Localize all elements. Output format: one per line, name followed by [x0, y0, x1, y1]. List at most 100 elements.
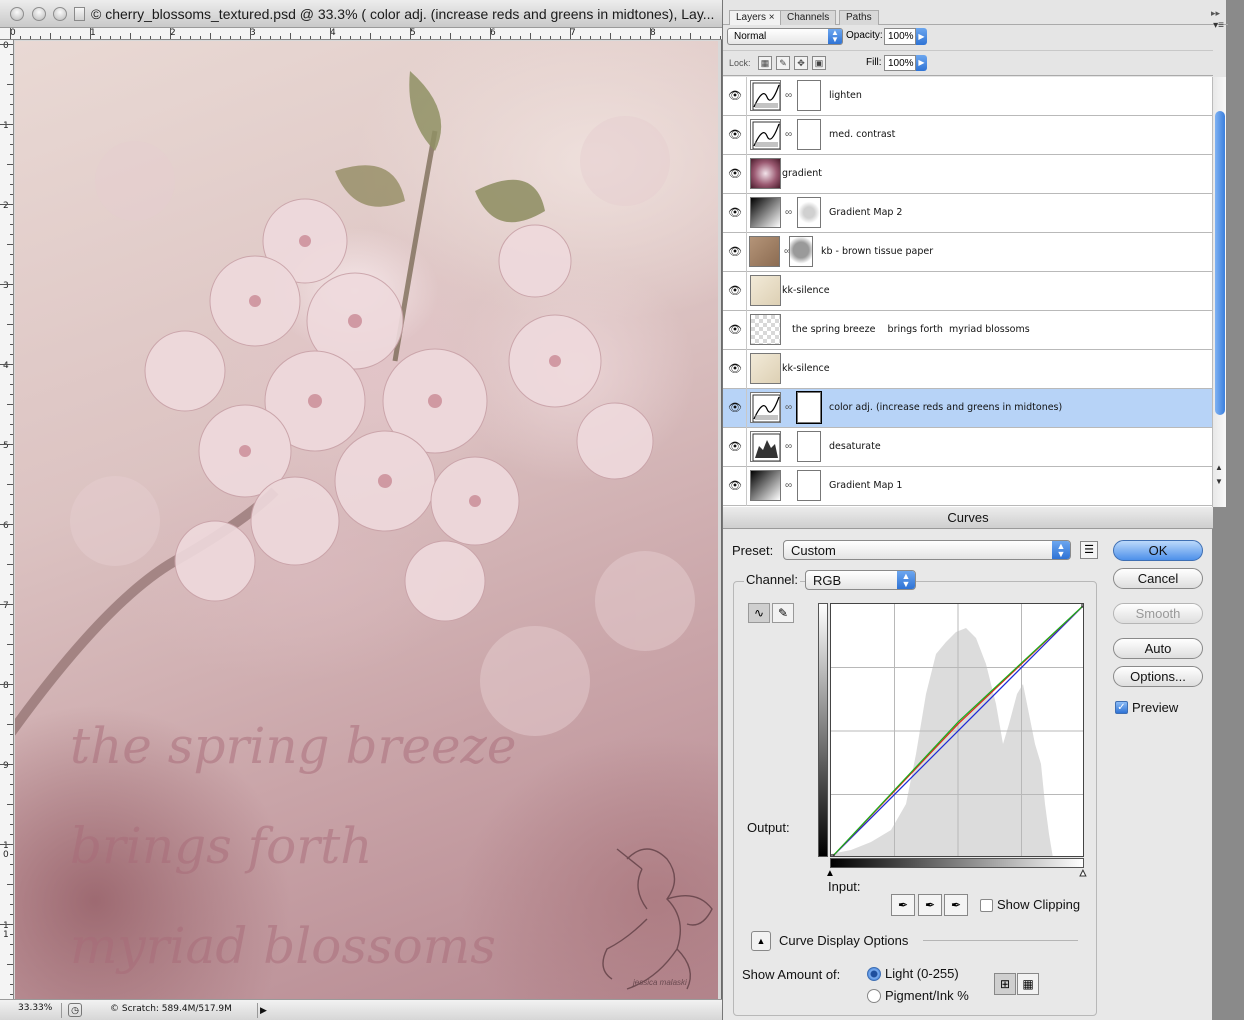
channel-select[interactable]: RGB ▲ ▼ [805, 570, 916, 590]
layer-mask-thumbnail[interactable] [789, 236, 813, 267]
preset-options-icon[interactable]: ☰ [1080, 541, 1098, 559]
options-button[interactable]: Options... [1113, 666, 1203, 687]
smooth-button[interactable]: Smooth [1113, 603, 1203, 624]
pencil-tool-icon[interactable]: ✎ [772, 603, 794, 623]
layer-row[interactable]: 👁 ∞ color adj. (increase reds and greens i… [723, 389, 1212, 428]
levels-layer-thumbnail-icon[interactable] [750, 431, 781, 462]
visibility-eye-icon[interactable]: 👁 [727, 284, 743, 298]
status-menu-arrow-icon[interactable]: ▶ [257, 1003, 269, 1018]
panel-menu-icon[interactable]: ▾≡ [1213, 20, 1224, 31]
layer-row[interactable]: 👁 the spring breeze brings forth myriad b… [723, 311, 1212, 350]
fill-slider-arrow-icon[interactable]: ▶ [916, 55, 927, 71]
lock-image-icon[interactable]: ✎ [776, 56, 790, 70]
layer-mask-thumbnail[interactable] [797, 119, 821, 150]
layer-row[interactable]: 👁 kk-silence [723, 272, 1212, 311]
visibility-eye-icon[interactable]: 👁 [727, 167, 743, 181]
image-canvas[interactable]: the spring breeze brings forth myriad bl… [15, 41, 718, 999]
link-chain-icon[interactable]: ∞ [785, 90, 792, 101]
white-eyedropper-icon[interactable]: ✒ [944, 894, 968, 916]
lock-all-icon[interactable]: ▣ [812, 56, 826, 70]
close-window-button[interactable] [10, 7, 24, 21]
layer-mask-thumbnail[interactable] [797, 197, 821, 228]
layer-mask-thumbnail[interactable] [797, 431, 821, 462]
link-chain-icon[interactable]: ∞ [785, 441, 792, 452]
tab-channels[interactable]: Channels [780, 10, 837, 25]
gradmap-layer-thumbnail-icon[interactable] [750, 470, 781, 501]
tab-layers[interactable]: Layers × [729, 10, 782, 25]
layer-row[interactable]: 👁 gradient [723, 155, 1212, 194]
visibility-eye-icon[interactable]: 👁 [727, 206, 743, 220]
text-layer-thumbnail-icon[interactable] [750, 314, 781, 345]
layers-scrollbar[interactable]: ▲ ▼ [1212, 77, 1226, 507]
collapse-panel-icon[interactable]: ▸▸ [1211, 8, 1220, 19]
gradmap-layer-thumbnail-icon[interactable] [750, 197, 781, 228]
paper-layer-thumbnail-icon[interactable] [750, 353, 781, 384]
layer-row[interactable]: 👁 ∞ med. contrast [723, 116, 1212, 155]
layer-row[interactable]: 👁 ∞ lighten [723, 77, 1212, 116]
visibility-eye-icon[interactable]: 👁 [727, 479, 743, 493]
minimize-window-button[interactable] [32, 7, 46, 21]
curves-layer-thumbnail-icon[interactable] [750, 392, 781, 423]
black-eyedropper-icon[interactable]: ✒ [891, 894, 915, 916]
disclosure-triangle-icon[interactable]: ▲ [751, 931, 771, 951]
status-info-icon[interactable]: ◷ [68, 1003, 82, 1017]
visibility-eye-icon[interactable]: 👁 [727, 89, 743, 103]
layer-mask-thumbnail[interactable] [797, 80, 821, 111]
light-radio[interactable] [867, 967, 881, 981]
black-point-slider-icon[interactable]: ▲ [825, 868, 835, 879]
preview-checkbox[interactable]: ✓ [1115, 701, 1128, 714]
visibility-eye-icon[interactable]: 👁 [727, 362, 743, 376]
opacity-field[interactable]: 100% [884, 28, 916, 45]
lock-position-icon[interactable]: ✥ [794, 56, 808, 70]
scroll-up-icon[interactable]: ▲ [1215, 463, 1223, 472]
visibility-eye-icon[interactable]: 👁 [727, 323, 743, 337]
link-chain-icon[interactable]: ∞ [785, 480, 792, 491]
simple-grid-icon[interactable]: ⊞ [994, 973, 1016, 995]
curve-control-point[interactable] [1081, 604, 1084, 608]
curve-control-point[interactable] [831, 854, 835, 857]
layers-scroll-thumb[interactable] [1215, 111, 1225, 415]
vertical-ruler[interactable]: 01234567891 01 1 [0, 40, 14, 1000]
zoom-window-button[interactable] [53, 7, 67, 21]
curves-dialog-title[interactable]: Curves [723, 507, 1213, 529]
tab-paths[interactable]: Paths [839, 10, 879, 25]
opacity-slider-arrow-icon[interactable]: ▶ [916, 28, 927, 45]
white-point-slider-icon[interactable]: ▲ [1078, 868, 1089, 880]
curves-layer-thumbnail-icon[interactable] [750, 119, 781, 150]
detailed-grid-icon[interactable]: ▦ [1017, 973, 1039, 995]
layer-row[interactable]: 👁 ∞ kb - brown tissue paper [723, 233, 1212, 272]
gray-eyedropper-icon[interactable]: ✒ [918, 894, 942, 916]
visibility-eye-icon[interactable]: 👁 [727, 401, 743, 415]
visibility-eye-icon[interactable]: 👁 [727, 128, 743, 142]
link-chain-icon[interactable]: ∞ [785, 207, 792, 218]
link-chain-icon[interactable]: ∞ [785, 129, 792, 140]
layer-row[interactable]: 👁 ∞ desaturate [723, 428, 1212, 467]
layer-mask-thumbnail[interactable] [796, 391, 822, 424]
layer-mask-thumbnail[interactable] [797, 470, 821, 501]
layer-row[interactable]: 👁 ∞ Gradient Map 1 [723, 467, 1212, 506]
horizontal-ruler[interactable]: 012345678 [0, 28, 722, 40]
texture-layer-thumbnail-icon[interactable] [749, 236, 780, 267]
curve-point-tool-icon[interactable]: ∿ [748, 603, 770, 623]
document-proxy-icon[interactable] [74, 7, 85, 21]
link-chain-icon[interactable]: ∞ [785, 402, 792, 413]
layer-row[interactable]: 👁 kk-silence [723, 350, 1212, 389]
document-titlebar[interactable]: © cherry_blossoms_textured.psd @ 33.3% (… [0, 0, 722, 28]
fill-field[interactable]: 100% [884, 55, 916, 71]
paper-layer-thumbnail-icon[interactable] [750, 275, 781, 306]
blend-mode-select[interactable]: Normal ▲ ▼ [727, 28, 843, 45]
scroll-down-icon[interactable]: ▼ [1215, 477, 1223, 486]
curves-layer-thumbnail-icon[interactable] [750, 80, 781, 111]
visibility-eye-icon[interactable]: 👁 [727, 245, 743, 259]
ok-button[interactable]: OK [1113, 540, 1203, 561]
zoom-level-field[interactable]: 33.33% [4, 1003, 62, 1018]
curves-graph[interactable] [830, 603, 1084, 857]
preset-select[interactable]: Custom ▲ ▼ [783, 540, 1071, 560]
pigment-radio[interactable] [867, 989, 881, 1003]
show-clipping-checkbox[interactable] [980, 899, 993, 912]
cancel-button[interactable]: Cancel [1113, 568, 1203, 589]
layer-row[interactable]: 👁 ∞ Gradient Map 2 [723, 194, 1212, 233]
close-tab-icon[interactable]: × [769, 12, 775, 23]
auto-button[interactable]: Auto [1113, 638, 1203, 659]
lock-transparent-icon[interactable]: ▦ [758, 56, 772, 70]
